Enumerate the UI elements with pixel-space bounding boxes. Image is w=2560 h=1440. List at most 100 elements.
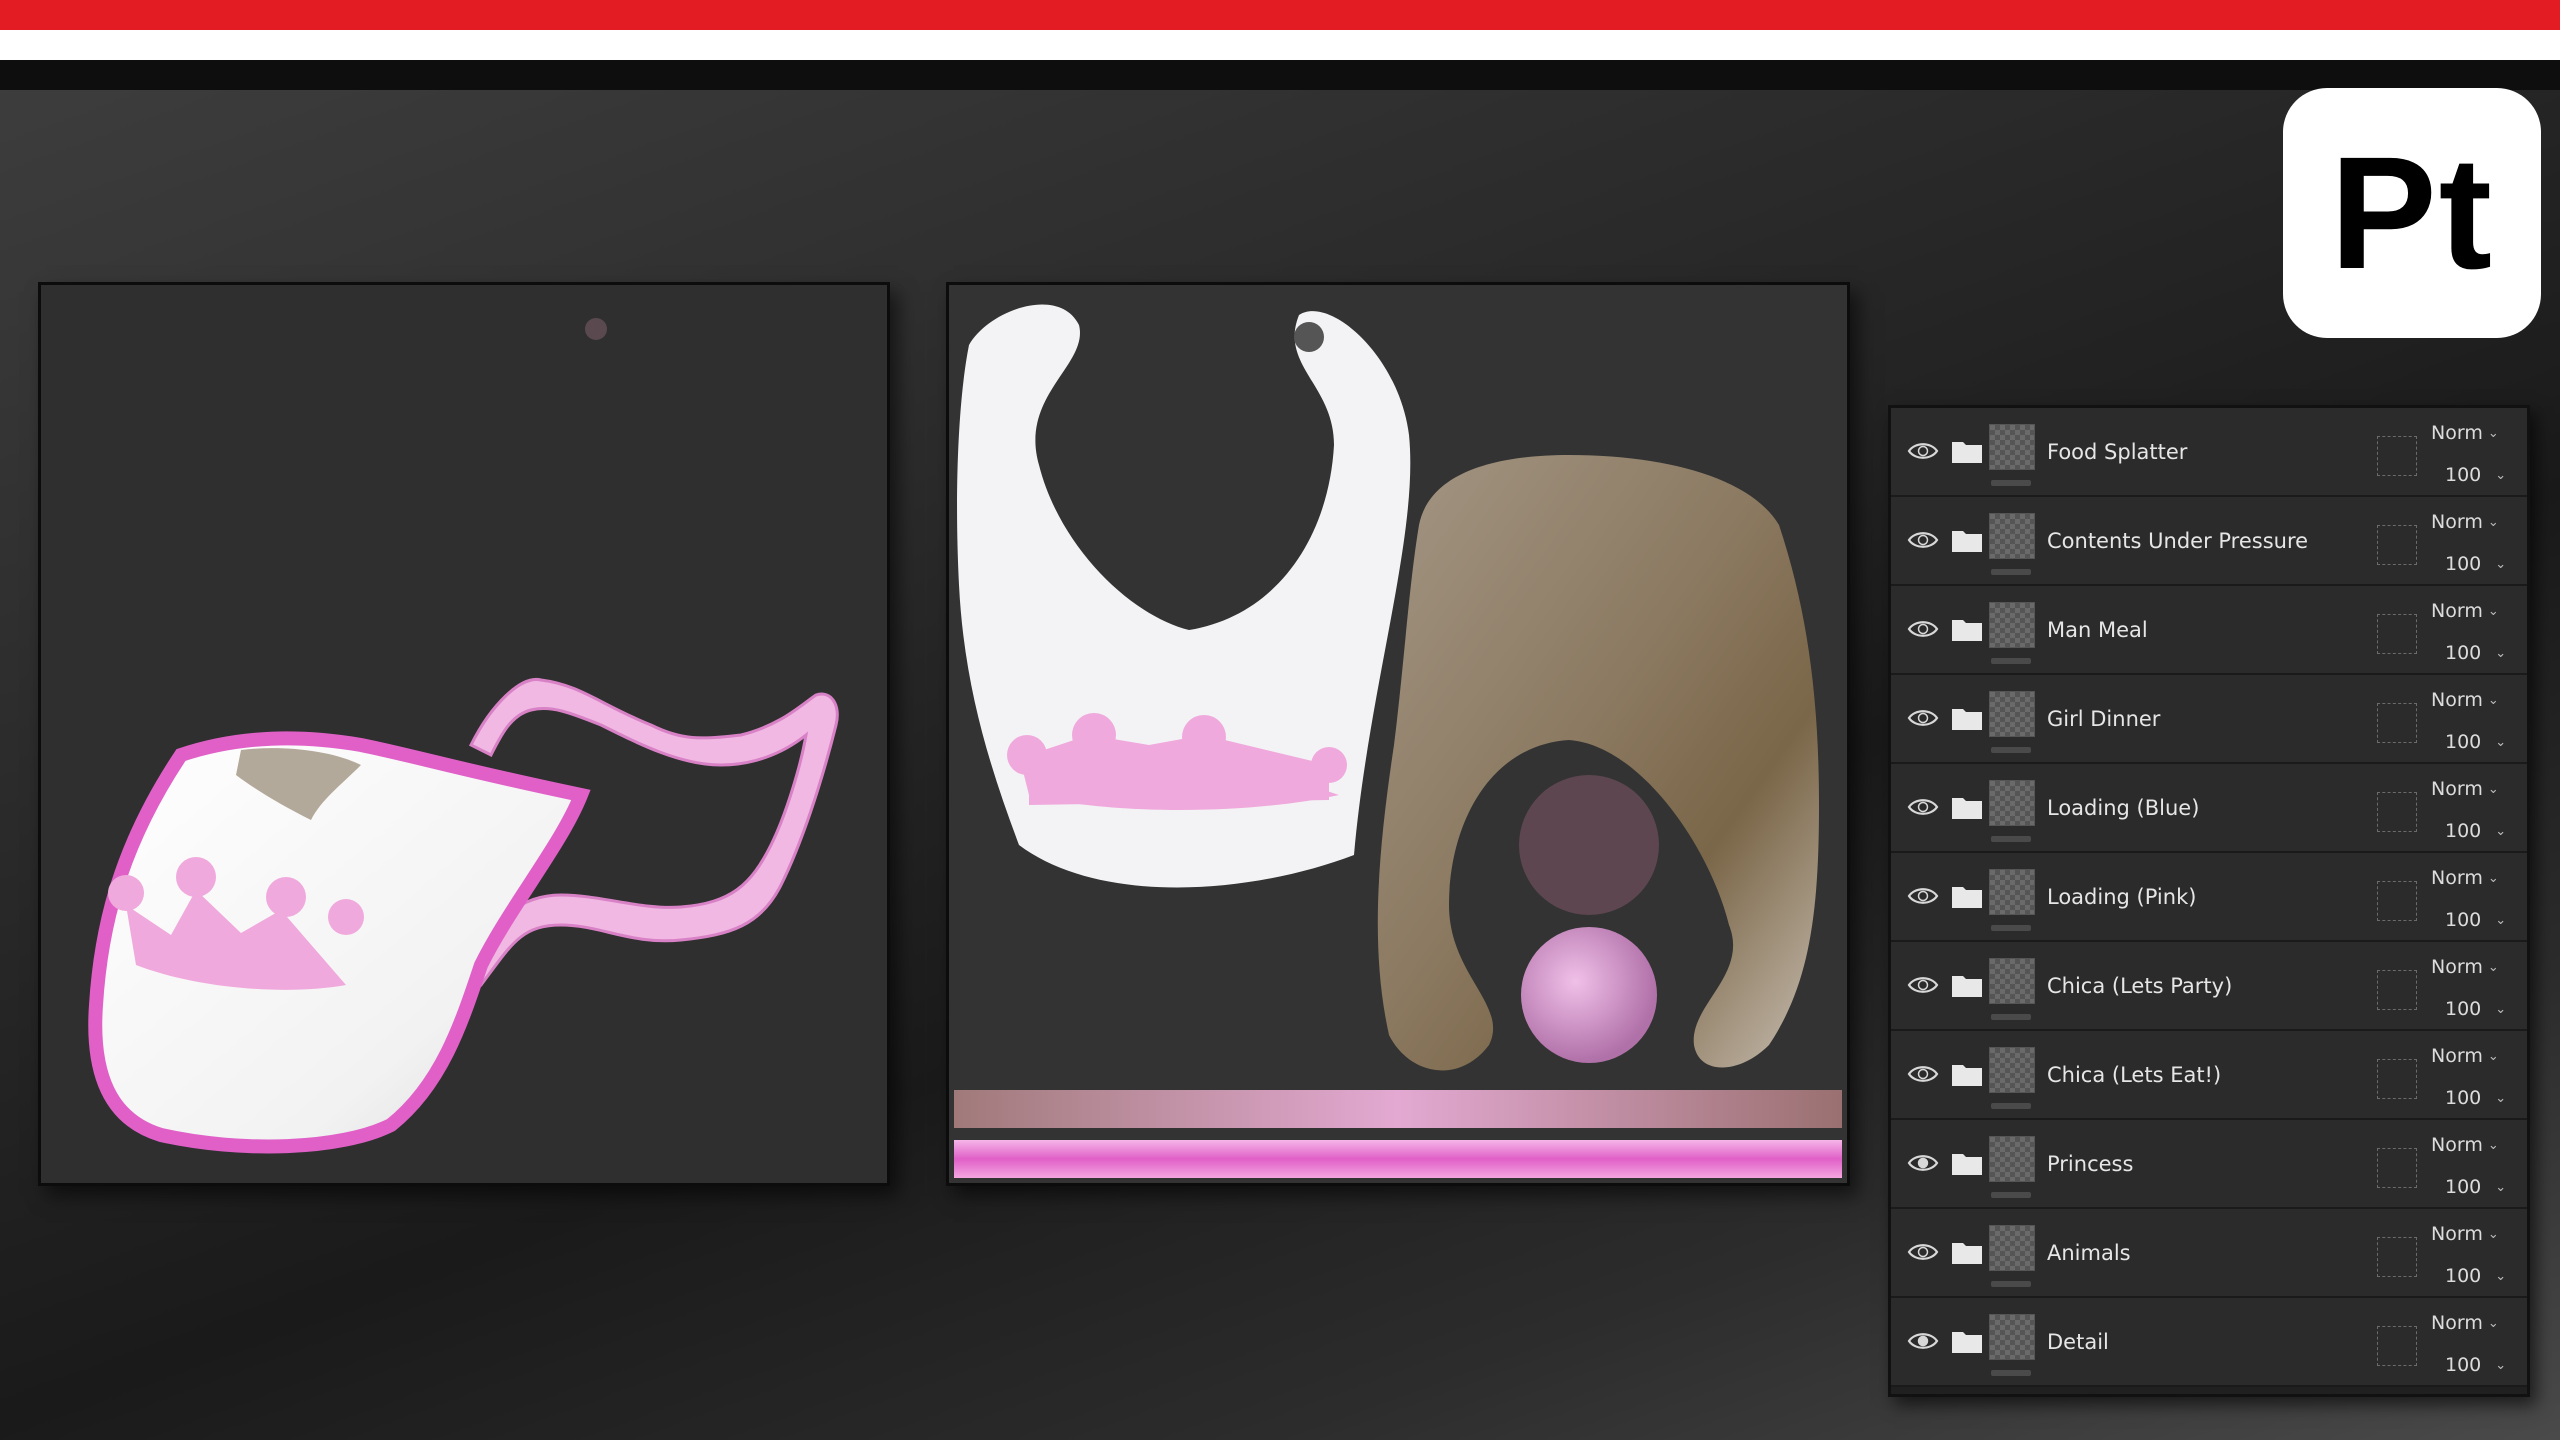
layer-row[interactable]: Food Splatter Norm ⌄ 100 ⌄ <box>1891 408 2527 497</box>
folder-icon <box>1952 1154 1982 1175</box>
chevron-down-icon: ⌄ <box>2487 1138 2499 1153</box>
opacity-dropdown[interactable]: 100 ⌄ <box>2445 464 2506 486</box>
layer-mask-slot[interactable] <box>2377 525 2417 565</box>
blend-mode-dropdown[interactable]: Norm ⌄ <box>2431 867 2499 889</box>
opacity-dropdown[interactable]: 100 ⌄ <box>2445 1176 2506 1198</box>
eye-icon[interactable] <box>1907 1241 1939 1263</box>
eye-icon[interactable] <box>1907 1152 1939 1174</box>
layer-mask-slot[interactable] <box>2377 703 2417 743</box>
opacity-dropdown[interactable]: 100 ⌄ <box>2445 553 2506 575</box>
layer-row[interactable]: Chica (Lets Eat!) Norm ⌄ 100 ⌄ <box>1891 1031 2527 1120</box>
layer-thumbnail[interactable] <box>1989 1314 2035 1360</box>
blend-mode-value: Norm <box>2431 956 2483 978</box>
layer-row[interactable]: Loading (Pink) Norm ⌄ 100 ⌄ <box>1891 853 2527 942</box>
layer-name[interactable]: Girl Dinner <box>2047 707 2160 731</box>
layer-mask-slot[interactable] <box>2377 970 2417 1010</box>
layer-row[interactable]: Animals Norm ⌄ 100 ⌄ <box>1891 1209 2527 1298</box>
blend-mode-dropdown[interactable]: Norm ⌄ <box>2431 1223 2499 1245</box>
texture-viewport[interactable] <box>946 282 1850 1186</box>
layer-mask-slot[interactable] <box>2377 1148 2417 1188</box>
layer-thumbnail[interactable] <box>1989 1225 2035 1271</box>
layer-thumbnail[interactable] <box>1989 958 2035 1004</box>
layer-mask-slot[interactable] <box>2377 1326 2417 1366</box>
chevron-down-icon: ⌄ <box>2487 604 2499 619</box>
opacity-dropdown[interactable]: 100 ⌄ <box>2445 642 2506 664</box>
blend-mode-dropdown[interactable]: Norm ⌄ <box>2431 422 2499 444</box>
trim-texture-strip <box>954 1140 1842 1178</box>
layer-name[interactable]: Food Splatter <box>2047 440 2187 464</box>
layer-row[interactable]: Detail Norm ⌄ 100 ⌄ <box>1891 1298 2527 1387</box>
chevron-down-icon: ⌄ <box>2495 1358 2507 1373</box>
layer-name[interactable]: Loading (Blue) <box>2047 796 2199 820</box>
layer-mask-slot[interactable] <box>2377 436 2417 476</box>
layer-mask-slot[interactable] <box>2377 614 2417 654</box>
layer-name[interactable]: Chica (Lets Party) <box>2047 974 2232 998</box>
layer-thumbnail[interactable] <box>1989 780 2035 826</box>
opacity-dropdown[interactable]: 100 ⌄ <box>2445 731 2506 753</box>
eye-icon[interactable] <box>1907 974 1939 996</box>
layer-thumbnail-bar <box>1991 1014 2031 1020</box>
opacity-value: 100 <box>2445 909 2482 931</box>
chevron-down-icon: ⌄ <box>2495 1091 2507 1106</box>
layer-thumbnail-bar <box>1991 1281 2031 1287</box>
layer-mask-slot[interactable] <box>2377 792 2417 832</box>
chevron-down-icon: ⌄ <box>2495 913 2507 928</box>
layer-thumbnail[interactable] <box>1989 602 2035 648</box>
layer-thumbnail[interactable] <box>1989 424 2035 470</box>
blend-mode-value: Norm <box>2431 1134 2483 1156</box>
blend-mode-dropdown[interactable]: Norm ⌄ <box>2431 689 2499 711</box>
folder-icon <box>1952 887 1982 908</box>
layer-row[interactable]: Contents Under Pressure Norm ⌄ 100 ⌄ <box>1891 497 2527 586</box>
layer-row[interactable]: Princess Norm ⌄ 100 ⌄ <box>1891 1120 2527 1209</box>
opacity-dropdown[interactable]: 100 ⌄ <box>2445 909 2506 931</box>
logo-text: Pt <box>2330 123 2494 302</box>
layer-thumbnail-bar <box>1991 836 2031 842</box>
chevron-down-icon: ⌄ <box>2495 1180 2507 1195</box>
layer-name[interactable]: Contents Under Pressure <box>2047 529 2308 553</box>
layer-row[interactable]: Chica (Lets Party) Norm ⌄ 100 ⌄ <box>1891 942 2527 1031</box>
layer-thumbnail[interactable] <box>1989 513 2035 559</box>
opacity-dropdown[interactable]: 100 ⌄ <box>2445 1354 2506 1376</box>
blend-mode-dropdown[interactable]: Norm ⌄ <box>2431 956 2499 978</box>
eye-icon[interactable] <box>1907 885 1939 907</box>
eye-icon[interactable] <box>1907 707 1939 729</box>
layer-name[interactable]: Loading (Pink) <box>2047 885 2196 909</box>
eye-icon[interactable] <box>1907 440 1939 462</box>
layer-row[interactable]: Girl Dinner Norm ⌄ 100 ⌄ <box>1891 675 2527 764</box>
folder-icon <box>1952 798 1982 819</box>
layer-name[interactable]: Detail <box>2047 1330 2109 1354</box>
layer-mask-slot[interactable] <box>2377 881 2417 921</box>
layer-name[interactable]: Princess <box>2047 1152 2133 1176</box>
opacity-dropdown[interactable]: 100 ⌄ <box>2445 998 2506 1020</box>
layer-row[interactable]: Loading (Blue) Norm ⌄ 100 ⌄ <box>1891 764 2527 853</box>
eye-icon[interactable] <box>1907 618 1939 640</box>
opacity-dropdown[interactable]: 100 ⌄ <box>2445 1265 2506 1287</box>
layer-thumbnail[interactable] <box>1989 1136 2035 1182</box>
blend-mode-dropdown[interactable]: Norm ⌄ <box>2431 1312 2499 1334</box>
layer-thumbnail[interactable] <box>1989 869 2035 915</box>
blend-mode-dropdown[interactable]: Norm ⌄ <box>2431 1134 2499 1156</box>
blend-mode-value: Norm <box>2431 1312 2483 1334</box>
folder-icon <box>1952 1065 1982 1086</box>
3d-viewport[interactable] <box>38 282 890 1186</box>
blend-mode-dropdown[interactable]: Norm ⌄ <box>2431 511 2499 533</box>
blend-mode-dropdown[interactable]: Norm ⌄ <box>2431 600 2499 622</box>
chevron-down-icon: ⌄ <box>2495 557 2507 572</box>
layer-name[interactable]: Chica (Lets Eat!) <box>2047 1063 2221 1087</box>
layer-thumbnail[interactable] <box>1989 1047 2035 1093</box>
chevron-down-icon: ⌄ <box>2495 468 2507 483</box>
opacity-dropdown[interactable]: 100 ⌄ <box>2445 1087 2506 1109</box>
eye-icon[interactable] <box>1907 796 1939 818</box>
layer-thumbnail[interactable] <box>1989 691 2035 737</box>
layer-mask-slot[interactable] <box>2377 1237 2417 1277</box>
eye-icon[interactable] <box>1907 529 1939 551</box>
eye-icon[interactable] <box>1907 1063 1939 1085</box>
layer-name[interactable]: Animals <box>2047 1241 2131 1265</box>
blend-mode-dropdown[interactable]: Norm ⌄ <box>2431 778 2499 800</box>
blend-mode-dropdown[interactable]: Norm ⌄ <box>2431 1045 2499 1067</box>
layer-name[interactable]: Man Meal <box>2047 618 2148 642</box>
layer-row[interactable]: Man Meal Norm ⌄ 100 ⌄ <box>1891 586 2527 675</box>
layer-mask-slot[interactable] <box>2377 1059 2417 1099</box>
eye-icon[interactable] <box>1907 1330 1939 1352</box>
opacity-dropdown[interactable]: 100 ⌄ <box>2445 820 2506 842</box>
